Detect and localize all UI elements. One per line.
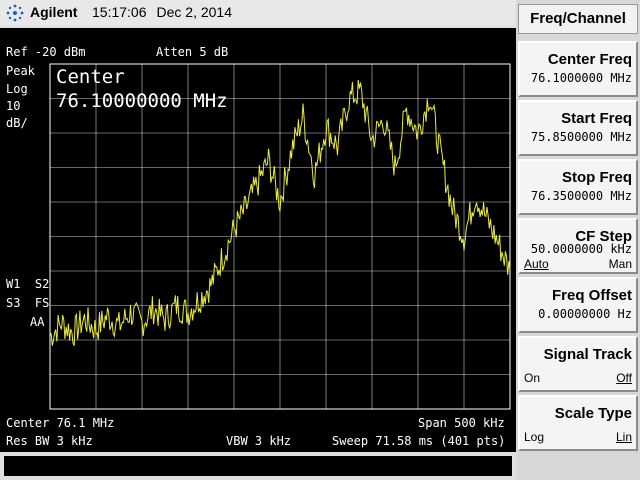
status-bar: Agilent 15:17:06 Dec 2, 2014 <box>0 0 516 26</box>
signal-track-softkey[interactable]: Signal Track On Off <box>518 336 638 392</box>
softkey-label: Stop Freq <box>562 169 632 186</box>
stop-freq-softkey[interactable]: Stop Freq 76.3500000 MHz <box>518 159 638 215</box>
trace-flag-3: AA <box>30 315 45 329</box>
trace-flag-2: S3 FS <box>6 296 50 310</box>
scale-value: 10 <box>6 99 21 113</box>
sweep-time: Sweep 71.58 ms (401 pts) <box>332 434 506 448</box>
softkey-label: Start Freq <box>561 110 632 127</box>
active-function-value: 76.10000000 MHz <box>56 90 228 112</box>
softkey-label: Scale Type <box>554 405 632 422</box>
clock: 15:17:06 Dec 2, 2014 <box>92 4 242 20</box>
menu-title: Freq/Channel <box>518 4 638 34</box>
softkey-panel: Freq/Channel Center Freq 76.1000000 MHz … <box>516 0 640 480</box>
softkey-option-auto: Auto <box>524 257 549 271</box>
softkey-label: Center Freq <box>547 51 632 68</box>
center-freq-softkey[interactable]: Center Freq 76.1000000 MHz <box>518 41 638 97</box>
trace-flag-1: W1 S2 <box>6 277 50 291</box>
softkey-value: 75.8500000 MHz <box>530 130 632 144</box>
detector-mode: Peak <box>6 64 35 78</box>
video-bandwidth: VBW 3 kHz <box>226 434 292 448</box>
softkey-option-man: Man <box>608 257 632 271</box>
softkey-label: Freq Offset <box>551 287 632 304</box>
time: 15:17:06 <box>92 4 147 20</box>
softkey-value: 50.0000000 kHz <box>530 242 632 256</box>
softkey-label: Signal Track <box>543 346 632 363</box>
softkey-option-on: On <box>524 371 541 385</box>
softkey-option-log: Log <box>524 430 545 444</box>
center-frequency-annotation: Center 76.1 MHz <box>6 416 115 430</box>
cf-step-softkey[interactable]: CF Step 50.0000000 kHz Auto Man <box>518 218 638 274</box>
span-annotation: Span 500 kHz <box>418 416 505 430</box>
scale-type-readout: Log <box>6 82 28 96</box>
reference-level: Ref -20 dBm <box>6 45 86 59</box>
agilent-logo-icon <box>6 4 24 22</box>
active-function-label: Center <box>56 66 125 88</box>
softkey-option-lin: Lin <box>615 430 632 444</box>
resolution-bandwidth: Res BW 3 kHz <box>6 434 93 448</box>
freq-offset-softkey[interactable]: Freq Offset 0.00000000 Hz <box>518 277 638 333</box>
date: Dec 2, 2014 <box>156 4 233 20</box>
softkey-value: 76.1000000 MHz <box>530 71 632 85</box>
scale-type-softkey[interactable]: Scale Type Log Lin <box>518 395 638 451</box>
softkey-option-off: Off <box>616 371 632 385</box>
brand-name: Agilent <box>30 4 78 20</box>
softkey-value: 76.3500000 MHz <box>530 189 632 203</box>
start-freq-softkey[interactable]: Start Freq 75.8500000 MHz <box>518 100 638 156</box>
message-bar <box>4 456 512 476</box>
attenuation: Atten 5 dB <box>156 45 229 59</box>
scale-unit: dB/ <box>6 116 28 130</box>
spectrum-display: Ref -20 dBm Atten 5 dB Peak Log 10 dB/ C… <box>0 28 516 452</box>
softkey-value: 0.00000000 Hz <box>538 307 632 321</box>
